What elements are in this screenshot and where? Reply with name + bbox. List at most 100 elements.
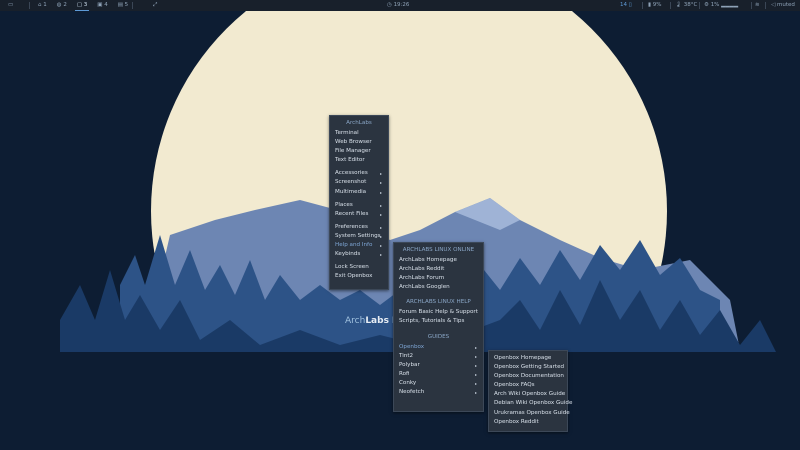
menu-item-label: Openbox Getting Started bbox=[494, 364, 565, 371]
menu-item-openbox-homepage[interactable]: Openbox Homepage bbox=[489, 354, 567, 363]
window-icon[interactable]: ▭ bbox=[8, 0, 13, 11]
menu-item-accessories[interactable]: Accessories ▸ bbox=[330, 169, 388, 178]
menu-item-arch-wiki-openbox-guide[interactable]: Arch Wiki Openbox Guide bbox=[489, 390, 567, 399]
menu-item-urukramas-openbox-guide[interactable]: Urukramas Openbox Guide bbox=[489, 409, 570, 418]
divider bbox=[132, 2, 133, 9]
menu-item-label: Scripts, Tutorials & Tips bbox=[399, 318, 465, 325]
section-header-archlabs-linux-online: ARCHLABS LINUX ONLINE bbox=[402, 247, 475, 253]
menu-item-polybar[interactable]: Polybar ▸ bbox=[394, 361, 483, 370]
menu-item-terminal[interactable]: Terminal bbox=[330, 129, 388, 138]
thermometer-icon: 🌡 bbox=[675, 2, 682, 8]
volume-indicator[interactable]: ◁ muted bbox=[771, 0, 795, 11]
menu-item-archlabs-forum[interactable]: ArchLabs Forum bbox=[394, 274, 483, 283]
menu-item-recent-files[interactable]: Recent Files ▸ bbox=[330, 210, 388, 219]
menu-item-help-and-info[interactable]: Help and Info ▸ bbox=[330, 241, 388, 250]
menu-item-label: Arch Wiki Openbox Guide bbox=[494, 391, 566, 398]
menu-item-label: Recent Files bbox=[335, 210, 369, 217]
submenu-arrow-icon: ▸ bbox=[474, 362, 477, 368]
menu-item-openbox-getting-started[interactable]: Openbox Getting Started bbox=[489, 363, 567, 372]
menu-item-openbox-documentation[interactable]: Openbox Documentation bbox=[489, 372, 567, 381]
workspace-number: 3 bbox=[83, 2, 88, 8]
workspace-icon: ▤ bbox=[117, 2, 123, 8]
cpu-usage: 1% bbox=[710, 2, 720, 8]
menu-item-openbox[interactable]: Openbox ▸ bbox=[394, 343, 483, 352]
workspace-4[interactable]: ▣ 4 bbox=[95, 0, 109, 11]
disk-indicator: ▮ 9% bbox=[648, 0, 662, 11]
menu-item-places[interactable]: Places ▸ bbox=[330, 201, 388, 210]
volume-status: muted bbox=[776, 2, 795, 8]
section-header-guides: GUIDES bbox=[427, 333, 450, 340]
temperature-indicator: 🌡 38°C bbox=[675, 0, 697, 11]
package-icon: ▯ bbox=[628, 2, 632, 8]
cpu-graph: ▂▂▂▂ bbox=[721, 2, 739, 8]
menu-item-keybinds[interactable]: Keybinds ▸ bbox=[330, 250, 388, 259]
menu-item-preferences[interactable]: Preferences ▸ bbox=[330, 223, 388, 232]
menu-item-text-editor[interactable]: Text Editor bbox=[330, 156, 388, 165]
archlabs-logo: ArchLabs L bbox=[345, 316, 397, 326]
menu-item-multimedia[interactable]: Multimedia ▸ bbox=[330, 188, 388, 197]
top-panel: ▭ ⌂ 1 ◍ 2 ▢ 3 ▣ 4 ▤ 5 ⤢ ◷ 19:26 14 ▯ ▮ 9% 🌡 … bbox=[0, 0, 800, 11]
workspace-switcher: ⌂ 1 ◍ 2 ▢ 3 ▣ 4 ▤ 5 bbox=[36, 0, 136, 11]
menu-item-label: System Settings bbox=[335, 232, 381, 239]
menu-item-archlabs-homepage[interactable]: ArchLabs Homepage bbox=[394, 256, 483, 265]
workspace-3[interactable]: ▢ 3 bbox=[74, 0, 90, 11]
menu-item-exit-openbox[interactable]: Exit Openbox bbox=[330, 272, 388, 281]
menu-item-lock-screen[interactable]: Lock Screen bbox=[330, 263, 388, 272]
divider bbox=[670, 2, 671, 9]
submenu-arrow-icon: ▸ bbox=[379, 252, 382, 258]
workspace-5[interactable]: ▤ 5 bbox=[116, 0, 130, 11]
divider bbox=[29, 2, 30, 9]
menu-item-file-manager[interactable]: File Manager bbox=[330, 147, 388, 156]
menu-item-debian-wiki-openbox-guide[interactable]: Debian Wiki Openbox Guide bbox=[489, 399, 572, 408]
menu-item-openbox-faqs[interactable]: Openbox FAQs bbox=[489, 381, 567, 390]
wifi-icon[interactable]: ≋ bbox=[755, 0, 760, 11]
menu-item-screenshot[interactable]: Screenshot ▸ bbox=[330, 178, 388, 187]
menu-item-label: ArchLabs Homepage bbox=[399, 257, 457, 263]
menu-item-web-browser[interactable]: Web Browser bbox=[330, 138, 388, 147]
menu-item-label: Keybinds bbox=[335, 251, 361, 258]
submenu-arrow-icon: ▸ bbox=[379, 233, 382, 239]
resize-icon[interactable]: ⤢ bbox=[153, 0, 157, 11]
submenu-arrow-icon: ▸ bbox=[379, 202, 382, 208]
menu-item-rofi[interactable]: Rofi ▸ bbox=[394, 370, 483, 379]
menu-item-label: Exit Openbox bbox=[335, 273, 373, 280]
submenu-arrow-icon: ▸ bbox=[474, 371, 477, 377]
disk-icon: ▮ bbox=[648, 2, 652, 8]
updates-indicator[interactable]: 14 ▯ bbox=[620, 0, 632, 11]
submenu-arrow-icon: ▸ bbox=[474, 344, 477, 350]
menu-item-archlabs-reddit[interactable]: ArchLabs Reddit bbox=[394, 265, 483, 274]
openbox-guides-menu: Openbox Homepage Openbox Getting Started O… bbox=[488, 350, 572, 432]
help-and-info-menu: ARCHLABS LINUX ONLINE ArchLabs Homepage Ar… bbox=[393, 242, 484, 412]
workspace-icon: ⌂ bbox=[38, 2, 42, 8]
menu-item-tint2[interactable]: Tint2 ▸ bbox=[394, 352, 483, 361]
workspace-1[interactable]: ⌂ 1 bbox=[36, 0, 49, 11]
menu-item-label: Openbox Documentation bbox=[494, 373, 564, 380]
menu-item-neofetch[interactable]: Neofetch ▸ bbox=[394, 388, 483, 397]
menu-item-openbox-reddit[interactable]: Openbox Reddit bbox=[489, 418, 567, 427]
workspace-number: 2 bbox=[63, 2, 67, 8]
submenu-arrow-icon: ▸ bbox=[474, 380, 477, 386]
workspace-icon: ◍ bbox=[56, 2, 62, 8]
cpu-icon: ⚙ bbox=[704, 2, 709, 8]
menu-item-label: Preferences bbox=[335, 223, 368, 230]
submenu-arrow-icon: ▸ bbox=[379, 243, 382, 249]
menu-item-label: Screenshot bbox=[335, 179, 367, 186]
divider bbox=[642, 2, 643, 9]
submenu-arrow-icon: ▸ bbox=[379, 171, 382, 177]
divider bbox=[699, 2, 700, 9]
clock-icon: ◷ bbox=[387, 2, 392, 8]
menu-item-system-settings[interactable]: System Settings ▸ bbox=[330, 232, 388, 241]
main-menu-header: ArchLabs bbox=[346, 120, 372, 126]
menu-item-label: Debian Wiki Openbox Guide bbox=[494, 400, 573, 407]
clock: ◷ 19:26 bbox=[387, 0, 409, 11]
workspace-2[interactable]: ◍ 2 bbox=[55, 0, 69, 11]
menu-item-conky[interactable]: Conky ▸ bbox=[394, 379, 483, 388]
submenu-arrow-icon: ▸ bbox=[379, 189, 382, 195]
menu-item-label: ArchLabs Googlen bbox=[399, 284, 450, 291]
main-menu: ArchLabs Terminal Web Browser File Manager… bbox=[329, 115, 389, 290]
disk-usage: 9% bbox=[652, 2, 662, 8]
menu-item-forum-basic-help-support[interactable]: Forum Basic Help & Support bbox=[394, 308, 483, 317]
menu-item-scripts-tutorials-tips[interactable]: Scripts, Tutorials & Tips bbox=[394, 317, 483, 326]
menu-item-archlabs-googlen[interactable]: ArchLabs Googlen bbox=[394, 283, 483, 292]
submenu-arrow-icon: ▸ bbox=[379, 180, 382, 186]
